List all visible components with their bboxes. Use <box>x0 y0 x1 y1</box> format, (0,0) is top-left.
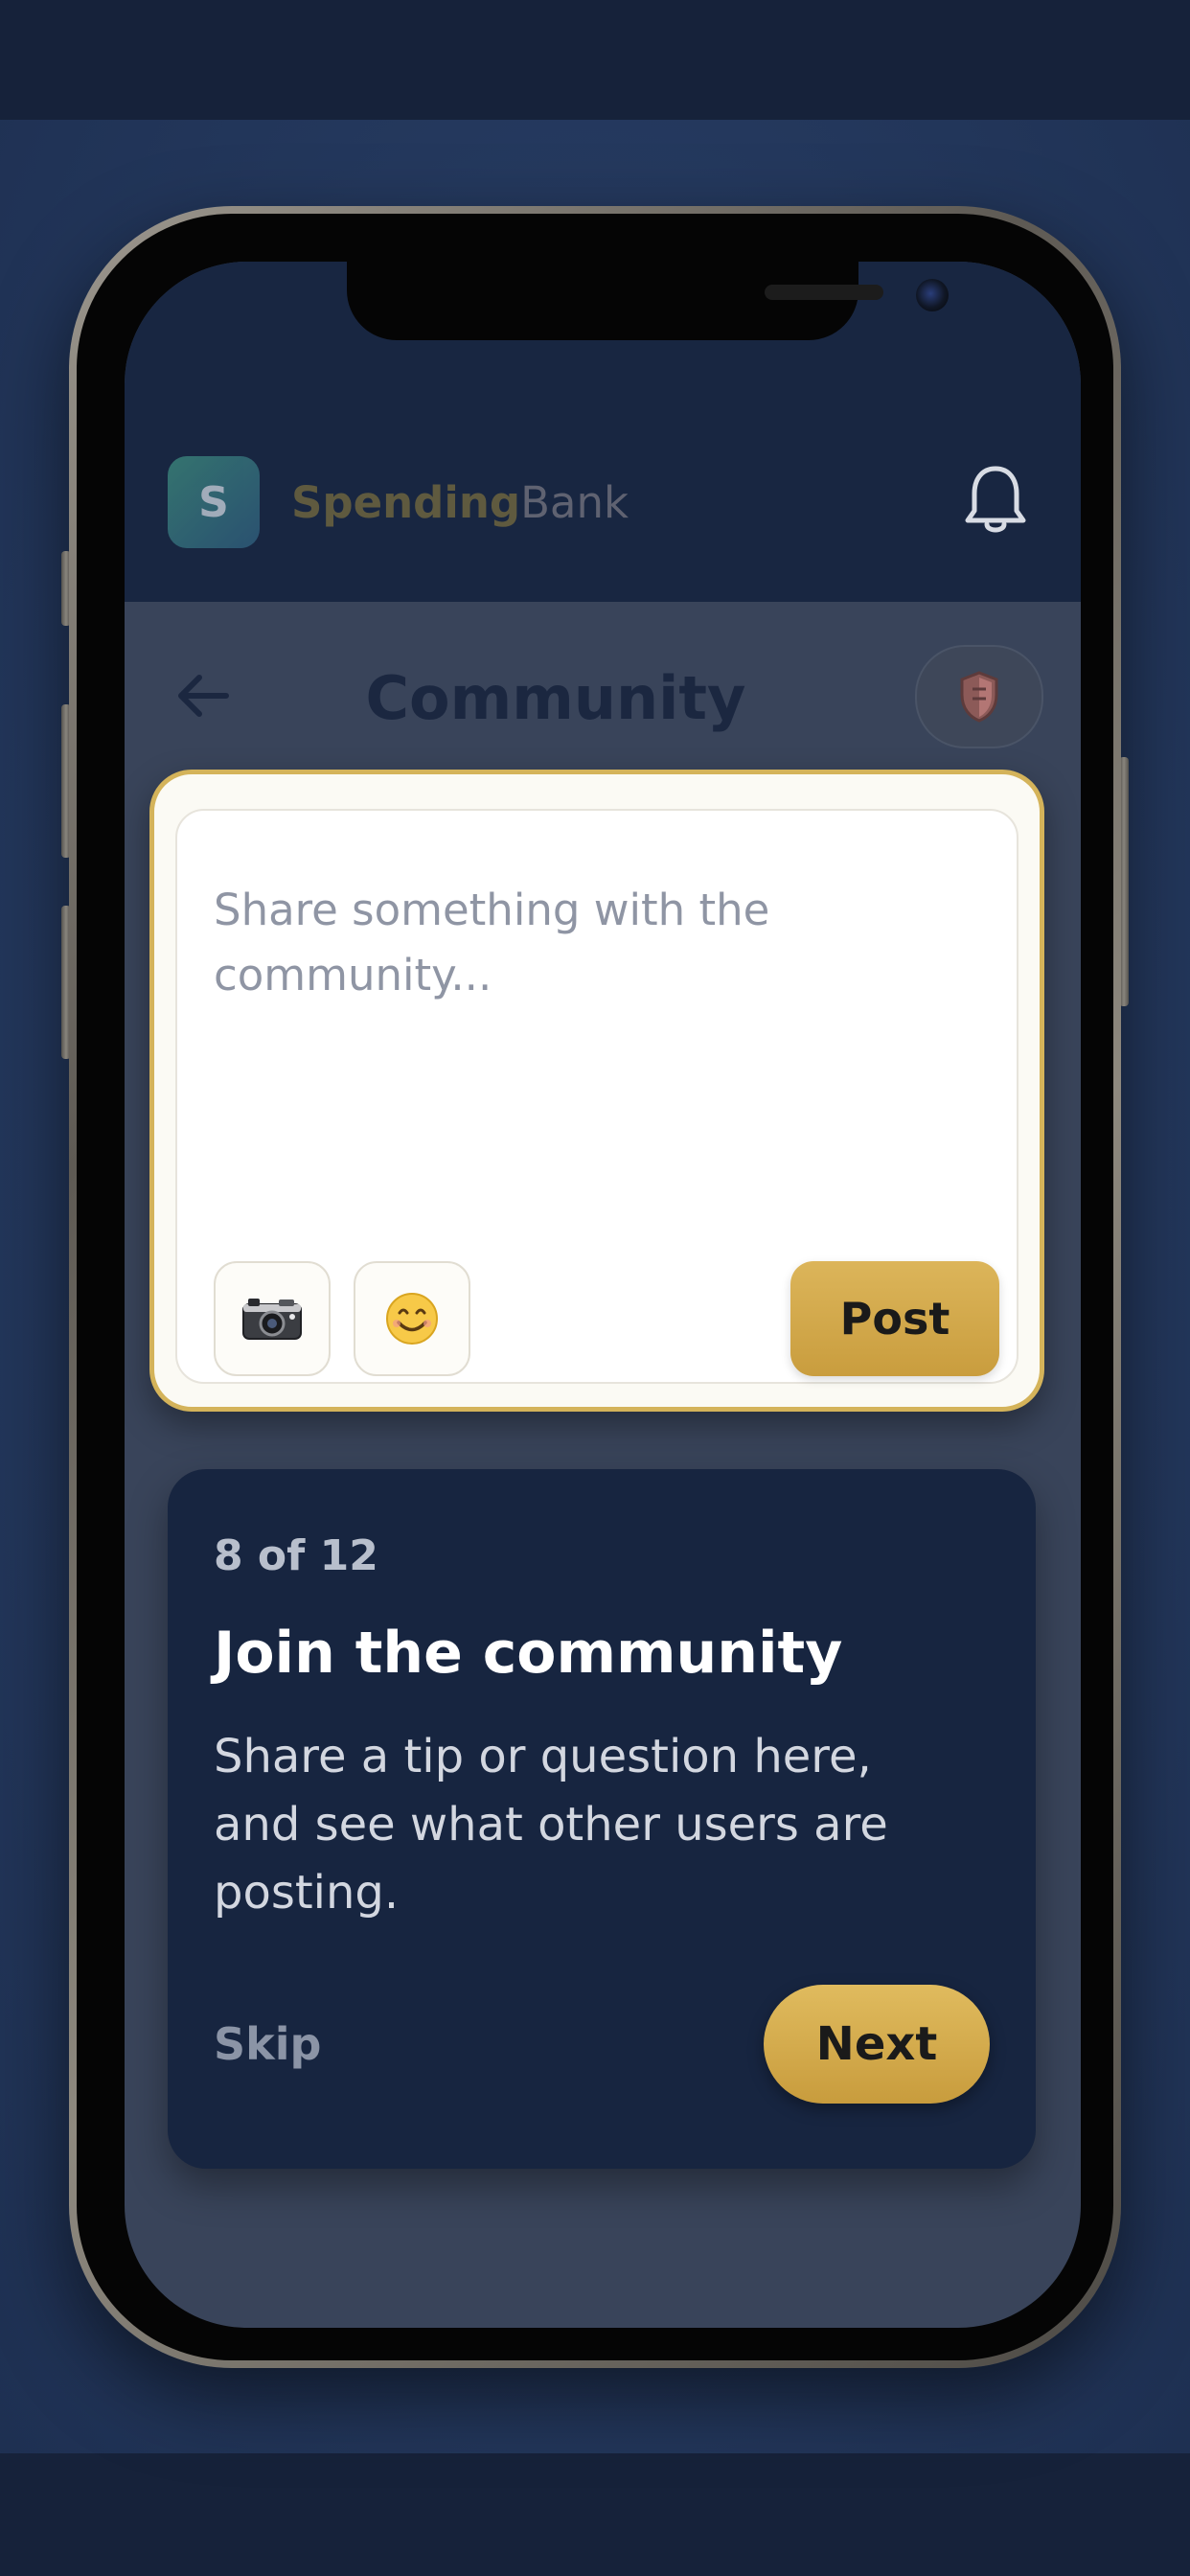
onboarding-step-counter: 8 of 12 <box>214 1531 378 1580</box>
composer-textarea[interactable]: Share something with the community... Po… <box>175 809 1018 1384</box>
app-logo[interactable]: S <box>168 456 260 548</box>
notch <box>347 262 949 340</box>
composer-placeholder: Share something with the community... <box>214 885 770 1000</box>
next-button[interactable]: Next <box>764 1985 990 2104</box>
back-arrow-icon[interactable] <box>174 672 232 720</box>
bottom-letterbox <box>0 2453 1190 2576</box>
front-camera <box>916 279 949 311</box>
page-title: Community <box>365 663 746 733</box>
phone-bezel: S SpendingBank Community Share something… <box>77 214 1113 2360</box>
skip-button[interactable]: Skip <box>214 2017 321 2071</box>
post-composer: Share something with the community... Po… <box>149 770 1044 1412</box>
onboarding-tooltip: 8 of 12 Join the community Share a tip o… <box>168 1469 1036 2169</box>
brand-name: SpendingBank <box>291 477 629 529</box>
top-letterbox <box>0 0 1190 120</box>
add-emoji-button[interactable] <box>354 1261 470 1376</box>
brand-secondary: Bank <box>520 477 629 528</box>
brand-primary: Spending <box>291 477 521 528</box>
badge-button[interactable] <box>915 645 1043 748</box>
onboarding-body: Share a tip or question here, and see wh… <box>214 1730 888 1920</box>
attach-photo-button[interactable] <box>214 1261 331 1376</box>
bell-icon[interactable] <box>964 463 1027 540</box>
emoji-icon <box>386 1293 438 1345</box>
phone-screen: S SpendingBank Community Share something… <box>125 262 1081 2328</box>
onboarding-title: Join the community <box>214 1620 843 1687</box>
speaker-grille <box>765 285 883 300</box>
shield-icon <box>960 671 998 723</box>
camera-icon <box>242 1299 302 1340</box>
phone-frame: S SpendingBank Community Share something… <box>69 206 1121 2368</box>
post-button[interactable]: Post <box>790 1261 999 1376</box>
